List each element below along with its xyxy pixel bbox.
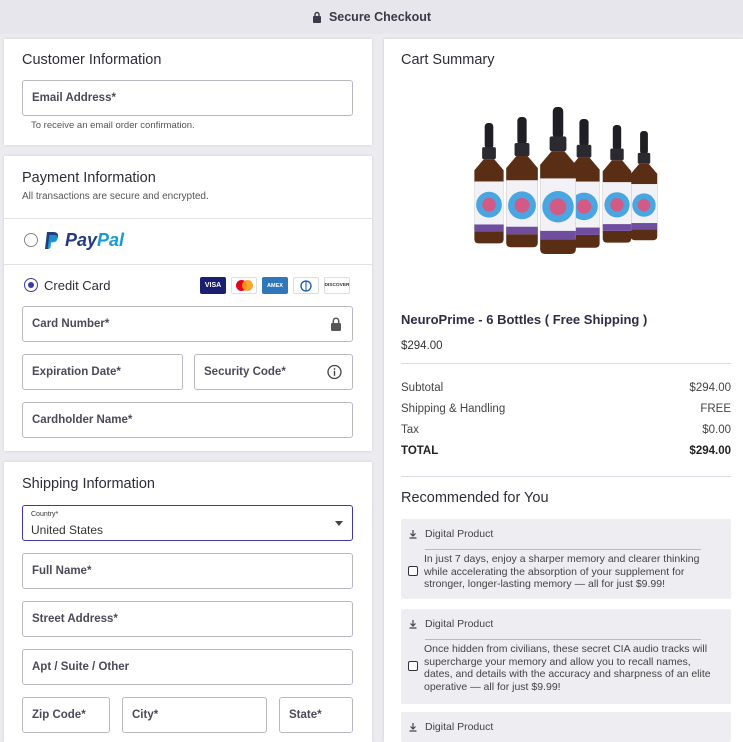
amex-icon: AMEX bbox=[262, 277, 288, 294]
payment-subtitle: All transactions are secure and encrypte… bbox=[22, 191, 209, 202]
summary-label: Shipping & Handling bbox=[401, 403, 506, 415]
email-field[interactable]: Email Address* bbox=[22, 80, 353, 116]
divider bbox=[401, 476, 731, 477]
cardholder-name-label: Cardholder Name* bbox=[32, 414, 133, 426]
card-number-field[interactable]: Card Number* bbox=[22, 306, 353, 342]
summary-value: $0.00 bbox=[702, 424, 731, 436]
divider bbox=[4, 218, 372, 219]
summary-row-tax: Tax $0.00 bbox=[401, 424, 731, 436]
diners-icon bbox=[293, 277, 319, 294]
divider bbox=[4, 264, 372, 265]
state-label: State* bbox=[289, 709, 322, 721]
summary-row-total: TOTAL $294.00 bbox=[401, 445, 731, 457]
email-help-text: To receive an email order confirmation. bbox=[31, 120, 195, 131]
apt-suite-field[interactable]: Apt / Suite / Other bbox=[22, 649, 353, 685]
discover-icon: DISCOVER bbox=[324, 277, 350, 294]
recommended-tag: Digital Product bbox=[425, 528, 494, 540]
full-name-field[interactable]: Full Name* bbox=[22, 553, 353, 589]
paypal-pay-text: Pay bbox=[65, 230, 98, 250]
country-select[interactable]: Country* United States bbox=[22, 505, 353, 541]
product-bottle bbox=[602, 125, 632, 243]
security-code-label: Security Code* bbox=[204, 366, 286, 378]
summary-label: Subtotal bbox=[401, 382, 444, 394]
recommended-checkbox[interactable] bbox=[408, 661, 418, 671]
download-icon bbox=[409, 530, 417, 539]
card-logos: VISA AMEX DISCOVER bbox=[200, 277, 350, 294]
summary-label: Tax bbox=[401, 424, 419, 436]
city-field[interactable]: City* bbox=[122, 697, 267, 733]
lock-icon bbox=[331, 317, 341, 331]
state-field[interactable]: State* bbox=[279, 697, 353, 733]
expiration-date-field[interactable]: Expiration Date* bbox=[22, 354, 183, 390]
summary-value: $294.00 bbox=[689, 382, 731, 394]
paypal-icon bbox=[45, 232, 59, 249]
summary-value: FREE bbox=[700, 403, 731, 415]
street-address-field[interactable]: Street Address* bbox=[22, 601, 353, 637]
country-value: United States bbox=[31, 523, 104, 537]
recommended-item: Digital Product Once hidden from civilia… bbox=[401, 609, 731, 704]
product-name: NeuroPrime - 6 Bottles ( Free Shipping ) bbox=[401, 312, 648, 327]
download-icon bbox=[409, 723, 417, 732]
recommended-item: Digital Product In just 7 days, enjoy a … bbox=[401, 519, 731, 599]
paypal-pal-text: Pal bbox=[97, 230, 125, 250]
credit-card-radio[interactable] bbox=[24, 278, 38, 292]
zip-code-field[interactable]: Zip Code* bbox=[22, 697, 110, 733]
summary-row-shipping: Shipping & Handling FREE bbox=[401, 403, 731, 415]
shipping-information-card: Shipping Information Country* United Sta… bbox=[4, 462, 372, 742]
recommended-checkbox[interactable] bbox=[408, 566, 418, 576]
full-name-label: Full Name* bbox=[32, 565, 92, 577]
recommended-tag: Digital Product bbox=[425, 721, 494, 733]
customer-information-card: Customer Information Email Address* To r… bbox=[4, 39, 372, 145]
country-label: Country* bbox=[31, 511, 59, 518]
email-label: Email Address* bbox=[32, 92, 116, 104]
apt-suite-label: Apt / Suite / Other bbox=[32, 661, 130, 673]
street-address-label: Street Address* bbox=[32, 613, 118, 625]
shipping-information-title: Shipping Information bbox=[22, 476, 155, 492]
product-bottles-image bbox=[474, 107, 658, 254]
zip-code-label: Zip Code* bbox=[32, 709, 86, 721]
download-icon bbox=[409, 620, 417, 629]
product-bottle bbox=[630, 131, 658, 241]
customer-information-title: Customer Information bbox=[22, 52, 162, 68]
product-bottle bbox=[506, 117, 538, 248]
cart-summary-title: Cart Summary bbox=[401, 52, 495, 68]
summary-row-subtotal: Subtotal $294.00 bbox=[401, 382, 731, 394]
payment-information-card: Payment Information All transactions are… bbox=[4, 156, 372, 451]
security-code-field[interactable]: Security Code* bbox=[194, 354, 353, 390]
secure-checkout-bar: Secure Checkout bbox=[0, 0, 743, 34]
paypal-option[interactable]: PayPal bbox=[44, 230, 124, 251]
cart-summary-panel: Cart Summary NeuroPrime - 6 Bottles (Fr… bbox=[384, 39, 743, 742]
product-price: $294.00 bbox=[401, 340, 443, 352]
recommended-item: Digital Product bbox=[401, 712, 731, 742]
lock-icon bbox=[312, 11, 321, 23]
recommended-tag: Digital Product bbox=[425, 618, 494, 630]
summary-value: $294.00 bbox=[689, 445, 731, 457]
recommended-description: Once hidden from civilians, these secret… bbox=[424, 643, 711, 693]
expiration-date-label: Expiration Date* bbox=[32, 366, 121, 378]
card-number-label: Card Number* bbox=[32, 318, 110, 330]
divider bbox=[425, 549, 701, 550]
product-bottle bbox=[474, 123, 504, 244]
caret-down-icon bbox=[335, 521, 343, 526]
recommended-title: Recommended for You bbox=[401, 490, 549, 506]
info-icon[interactable] bbox=[327, 364, 342, 380]
city-label: City* bbox=[132, 709, 159, 721]
secure-checkout-title: Secure Checkout bbox=[328, 10, 432, 24]
recommended-description: In just 7 days, enjoy a sharper memory a… bbox=[424, 553, 700, 590]
product-bottle bbox=[540, 107, 576, 254]
summary-label: TOTAL bbox=[401, 445, 439, 457]
visa-icon: VISA bbox=[200, 277, 226, 294]
divider bbox=[401, 363, 731, 364]
payment-information-title: Payment Information bbox=[22, 170, 156, 186]
divider bbox=[425, 639, 701, 640]
cardholder-name-field[interactable]: Cardholder Name* bbox=[22, 402, 353, 438]
mastercard-icon bbox=[231, 277, 257, 294]
paypal-radio[interactable] bbox=[24, 233, 38, 247]
credit-card-label[interactable]: Credit Card bbox=[44, 278, 110, 293]
